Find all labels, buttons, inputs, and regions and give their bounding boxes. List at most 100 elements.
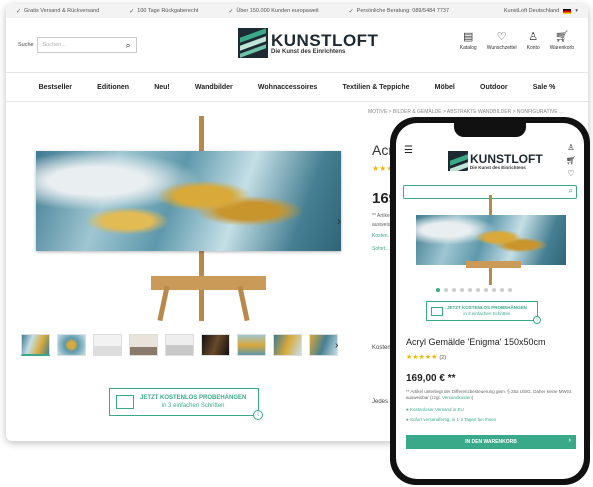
nav-item-textilien[interactable]: Textilien & Teppiche [342, 84, 409, 91]
header-icons: ▤ Katalog ♡ Wunschzettel ♙ Konto 🛒︎ Warenkor… [460, 31, 574, 52]
frame-icon [116, 395, 134, 409]
catalog-link[interactable]: ▤ Katalog [460, 31, 477, 52]
nav-item-bestseller[interactable]: Bestseller [39, 84, 72, 91]
cart-icon: 🛒︎ [554, 31, 569, 43]
nav-item-editionen[interactable]: Editionen [97, 84, 129, 91]
account-link[interactable]: ♙ Konto [527, 31, 540, 52]
usp-item[interactable]: ✓ Persönliche Beratung: 089/5484 7737 [349, 8, 449, 15]
thumbnail[interactable] [93, 334, 122, 356]
carousel-dot[interactable] [468, 288, 472, 292]
rating-count: (2) [439, 355, 447, 361]
availability-info: ● Sofort versandfertig, in 1-3 Tagen bei… [406, 417, 497, 422]
search-icon[interactable]: ⌕ [569, 186, 573, 196]
search-input[interactable]: Suchen... ⌕ [36, 37, 137, 53]
cta-line-2: in 3 einfachen Schritten [161, 403, 225, 409]
country-selector[interactable]: KunstLoft Deutschland ▾ [504, 8, 578, 14]
check-icon: ✓ [129, 8, 135, 15]
shipping-info: ● Kostenloser Versand in EU [406, 407, 464, 412]
wishlist-link[interactable]: ♡ Wunschzettel [487, 31, 517, 52]
vat-note: ** Artikel unterliegt der Differenzbeste… [406, 389, 573, 400]
gallery-next-icon[interactable]: › [337, 214, 341, 228]
site-logo[interactable]: KUNSTLOFT Die Kunst des Einrichtens [238, 28, 378, 58]
logo-mark-icon [238, 28, 268, 58]
painting-image [36, 151, 341, 251]
nav-item-neu[interactable]: Neu! [154, 84, 170, 91]
rating-stars[interactable]: ★★★★★ (2) [406, 353, 446, 361]
carousel-dots [436, 288, 512, 292]
menu-icon[interactable]: ☰ [404, 145, 413, 156]
logo-mark-icon [448, 151, 468, 171]
heart-icon: ♡ [496, 31, 507, 43]
availability-info: Sofort… [372, 246, 391, 252]
thumbnail[interactable] [165, 334, 194, 356]
cta-line-2: in 3 einfachen Schritten [463, 311, 511, 316]
search-label: Suche [18, 42, 34, 48]
thumbnail[interactable] [129, 334, 158, 356]
nav-item-moebel[interactable]: Möbel [435, 84, 455, 91]
thumbnail[interactable] [237, 334, 266, 356]
catalog-icon: ▤ [463, 31, 474, 43]
carousel-dot[interactable] [460, 288, 464, 292]
product-title: Acryl Gemälde 'Enigma' 150x50cm [406, 337, 546, 347]
germany-flag-icon [563, 8, 572, 14]
phone-notch [454, 123, 526, 137]
cart-link[interactable]: 🛒︎ Warenkorb [550, 31, 574, 52]
try-at-home-button[interactable]: JETZT KOSTENLOS PROBEHÄNGEN in 3 einfach… [426, 301, 541, 324]
cart-icon[interactable]: 🛒︎ [566, 156, 576, 165]
carousel-dot[interactable] [476, 288, 480, 292]
chevron-down-icon: ▾ [575, 8, 578, 14]
thumbnail[interactable] [201, 334, 230, 356]
product-image[interactable] [36, 116, 341, 322]
nav-item-wohnaccessoires[interactable]: Wohnaccessoires [258, 84, 317, 91]
site-header: Suche Suchen... ⌕ KUNSTLOFT Die Kunst de… [6, 18, 588, 72]
try-at-home-button[interactable]: JETZT KOSTENLOS PROBEHÄNGEN in 3 einfach… [109, 388, 263, 420]
main-nav: Bestseller Editionen Neu! Wandbilder Woh… [6, 72, 588, 102]
thumbnail[interactable] [57, 334, 86, 356]
chevron-right-icon: › [568, 437, 571, 444]
user-icon: ♙ [528, 31, 539, 43]
nav-item-wandbilder[interactable]: Wandbilder [195, 84, 233, 91]
carousel-dot[interactable] [508, 288, 512, 292]
check-icon: ✓ [16, 8, 22, 15]
brand-name: KUNSTLOFT [271, 30, 379, 50]
search-icon[interactable]: ⌕ [126, 40, 131, 51]
easel-leg-right [237, 285, 250, 322]
carousel-dot[interactable] [452, 288, 456, 292]
thumbnail-strip [21, 334, 338, 356]
usp-topbar: ✓ Gratis Versand & Rückversand ✓ 100 Tage … [6, 4, 588, 18]
user-icon[interactable]: ♙ [567, 143, 574, 152]
thumbnail[interactable] [309, 334, 338, 356]
frame-icon [431, 306, 443, 316]
thumbnail[interactable] [273, 334, 302, 356]
carousel-dot[interactable] [436, 288, 440, 292]
carousel-dot[interactable] [492, 288, 496, 292]
add-to-cart-button[interactable]: IN DEN WARENKORB › [406, 435, 576, 449]
mobile-header: ☰ KUNSTLOFT Die Kunst des Einrichtens ♙ … [396, 141, 584, 199]
thumbnail-next-icon[interactable]: › [335, 340, 338, 351]
carousel-dot[interactable] [444, 288, 448, 292]
breadcrumb[interactable]: MOTIVE > BILDER & GEMÄLDE > ABSTRAKTE WA… [368, 108, 578, 117]
info-icon[interactable]: i [533, 316, 541, 324]
thumbnail[interactable] [21, 334, 50, 356]
usp-item: ✓ Über 150.000 Kunden europaweit [228, 8, 319, 15]
usp-item: ✓ Gratis Versand & Rückversand [16, 8, 100, 15]
mobile-phone-frame: ☰ KUNSTLOFT Die Kunst des Einrichtens ♙ … [390, 117, 590, 485]
product-price: 169,00 € ** [406, 373, 456, 384]
mobile-logo[interactable]: KUNSTLOFT Die Kunst des Einrichtens [448, 151, 543, 171]
nav-item-sale[interactable]: Sale % [533, 84, 556, 91]
easel-tray [466, 261, 521, 268]
mobile-screen: ☰ KUNSTLOFT Die Kunst des Einrichtens ♙ … [396, 123, 584, 479]
shipping-costs-link[interactable]: Versandkosten [442, 395, 472, 400]
cta-line-1: JETZT KOSTENLOS PROBEHÄNGEN [140, 395, 247, 401]
check-icon: ✓ [228, 8, 234, 15]
carousel-dot[interactable] [484, 288, 488, 292]
nav-item-outdoor[interactable]: Outdoor [480, 84, 508, 91]
product-image[interactable] [416, 215, 566, 265]
info-icon[interactable]: i [253, 410, 263, 420]
search-placeholder: Suchen... [42, 42, 66, 48]
heart-icon[interactable]: ♡ [567, 169, 574, 178]
usp-item: ✓ 100 Tage Rückgaberecht [129, 8, 199, 15]
easel-leg-left [157, 285, 170, 322]
carousel-dot[interactable] [500, 288, 504, 292]
mobile-header-icons: ♙ 🛒︎ ♡ [566, 143, 576, 178]
